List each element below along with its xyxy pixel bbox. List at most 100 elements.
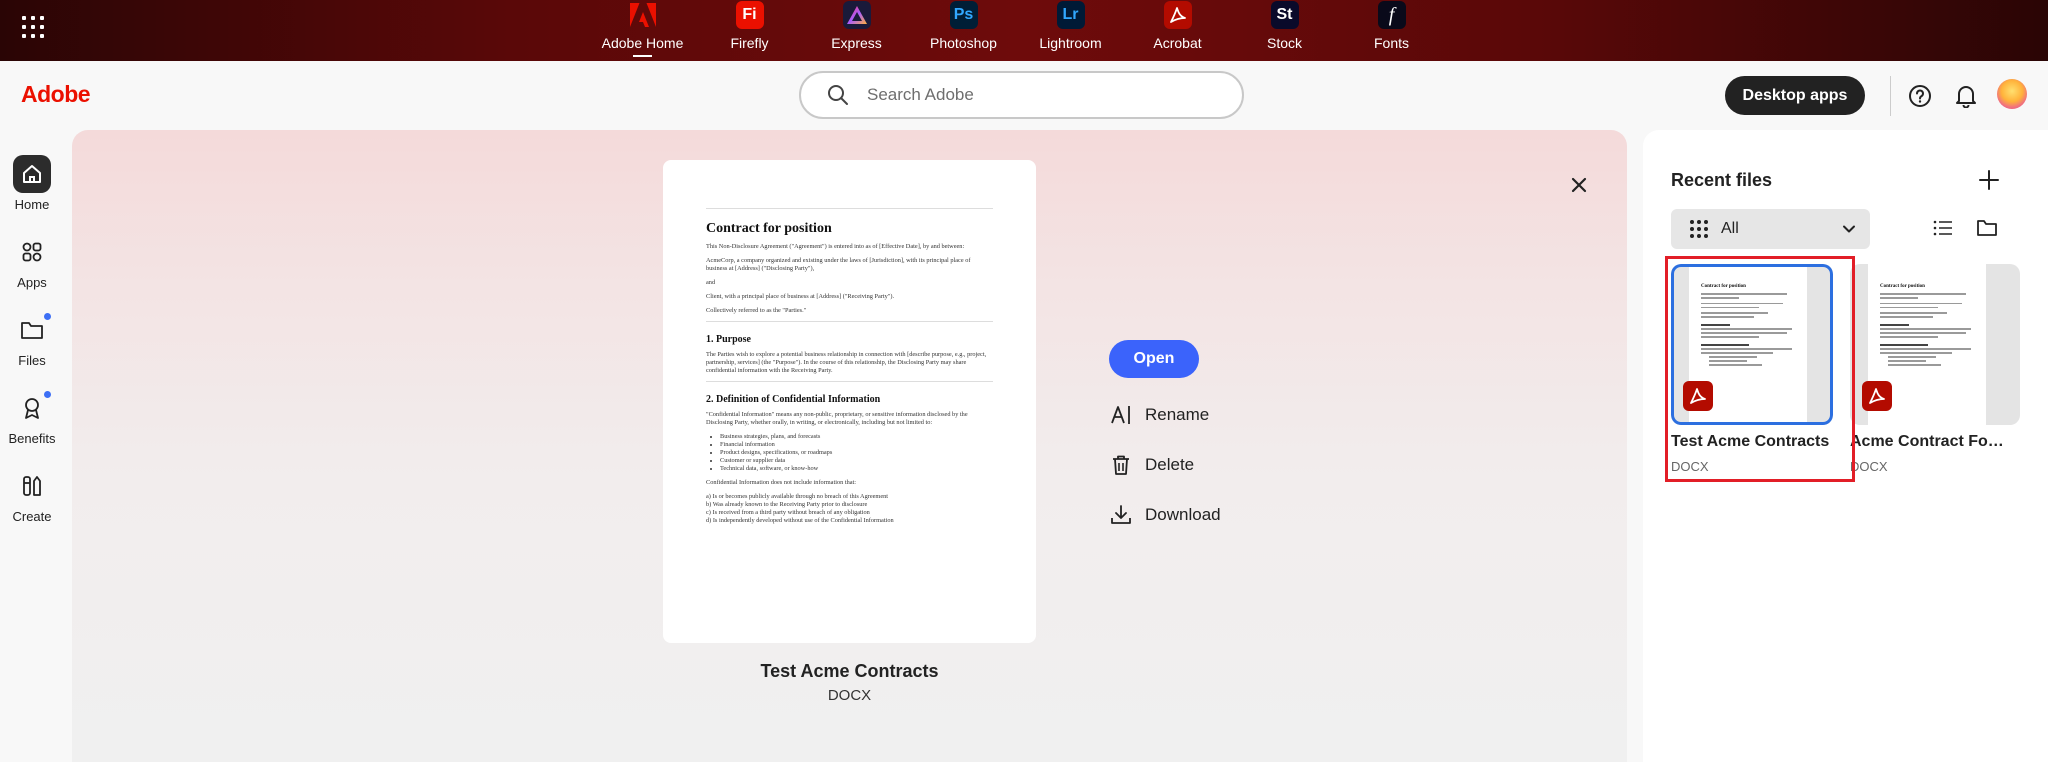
app-tab-label: Lightroom (1039, 35, 1102, 51)
list-item: a) Is or becomes publicly available thro… (706, 493, 889, 500)
list-view-icon[interactable] (1933, 219, 1953, 237)
rename-icon (1111, 406, 1130, 424)
nav-label: Files (18, 353, 46, 368)
document-paragraph: Confidential Information does not includ… (706, 479, 857, 486)
app-tab-lightroom[interactable]: Lr Lightroom (1017, 0, 1124, 61)
create-tools-icon (13, 467, 51, 505)
folder-view-icon[interactable] (1976, 218, 1998, 238)
document-bullet-list: Business strategies, plans, and forecast… (720, 433, 993, 473)
express-icon (842, 1, 871, 29)
app-tabs: Adobe Home Fi Firefly Express Ps Photosh… (589, 0, 1445, 61)
grid-dots-icon (1690, 220, 1708, 238)
fonts-icon: f (1377, 1, 1406, 29)
app-tab-label: Stock (1266, 35, 1302, 51)
rename-label: Rename (1145, 405, 1210, 424)
download-icon (1111, 505, 1131, 524)
add-icon[interactable] (1977, 168, 2001, 192)
app-switcher-icon[interactable] (22, 16, 44, 38)
document-rule (706, 208, 993, 209)
rename-button[interactable]: Rename (1110, 402, 1209, 428)
document-paragraph: AcmeCorp, a company organized and existi… (706, 257, 971, 272)
nav-item-home[interactable]: Home (0, 155, 64, 225)
list-item: Product designs, specifications, or road… (720, 449, 993, 457)
document-paragraph: Collectively referred to as the "Parties… (706, 307, 807, 314)
document-paragraph: and (706, 279, 716, 286)
open-button[interactable]: Open (1109, 340, 1199, 378)
document-paragraph: a) Is or becomes publicly available thro… (706, 493, 993, 525)
app-tab-photoshop[interactable]: Ps Photoshop (910, 0, 1017, 61)
app-tab-acrobat[interactable]: Acrobat (1124, 0, 1231, 61)
chevron-down-icon (1843, 225, 1855, 233)
document-rule (706, 321, 993, 322)
delete-button[interactable]: Delete (1110, 452, 1194, 478)
app-tab-adobe-home[interactable]: Adobe Home (589, 0, 696, 61)
app-bar: Adobe Home Fi Firefly Express Ps Photosh… (0, 0, 2048, 61)
preview-file-type: DOCX (827, 687, 872, 704)
file-filter-dropdown[interactable]: All (1671, 209, 1870, 249)
apps-grid-icon (13, 233, 51, 271)
help-icon[interactable] (1908, 84, 1932, 108)
document-paragraph: Client, with a principal place of busine… (706, 293, 895, 300)
header: Adobe Desktop apps (0, 61, 2048, 129)
document-preview[interactable]: Contract for position This Non-Disclosur… (663, 160, 1036, 643)
folder-icon (13, 311, 51, 349)
nav-label: Benefits (8, 431, 56, 446)
app-tab-stock[interactable]: St Stock (1231, 0, 1338, 61)
document-heading: 2. Definition of Confidential Informatio… (706, 394, 881, 405)
document-paragraph: "Confidential Information" means any non… (706, 411, 968, 426)
home-icon (13, 155, 51, 193)
document-paragraph: The Parties wish to explore a potential … (706, 351, 987, 374)
file-type: DOCX (1850, 459, 1888, 474)
recent-file-card[interactable]: Contract for position Test Acme Contract… (1671, 264, 1841, 474)
app-tab-fonts[interactable]: f Fonts (1338, 0, 1445, 61)
app-tab-label: Acrobat (1153, 35, 1202, 51)
nav-item-create[interactable]: Create (0, 467, 64, 537)
recent-file-card[interactable]: Contract for position Acme Contract For … (1850, 264, 2020, 474)
file-thumbnail: Contract for position (1671, 264, 1833, 425)
app-tab-label: Adobe Home (601, 35, 684, 51)
file-name: Acme Contract For ... (1850, 433, 2010, 450)
list-item: c) Is received from a third party withou… (706, 509, 870, 516)
notifications-bell-icon[interactable] (1955, 84, 1977, 108)
close-icon[interactable] (1564, 170, 1594, 200)
file-thumbnail: Contract for position (1850, 264, 2020, 425)
header-divider (1890, 76, 1891, 116)
thumbnail-title: Contract for position (1880, 284, 1925, 289)
lightroom-icon: Lr (1056, 1, 1085, 29)
app-tab-label: Fonts (1373, 35, 1409, 51)
adobe-home-icon (629, 1, 657, 29)
preview-file-name: Test Acme Contracts (760, 661, 939, 681)
document-paragraph: This Non-Disclosure Agreement ("Agreemen… (706, 243, 965, 250)
file-name: Test Acme Contracts (1671, 433, 1830, 450)
nav-item-apps[interactable]: Apps (0, 233, 64, 303)
nav-label: Apps (17, 275, 47, 290)
nav-item-benefits[interactable]: Benefits (0, 389, 64, 459)
notification-dot (44, 313, 51, 320)
selection-ring (1671, 264, 1833, 425)
stock-icon: St (1270, 1, 1299, 29)
recent-files-panel: Recent files All Contract for position T… (1643, 130, 2048, 762)
download-button[interactable]: Download (1110, 502, 1221, 528)
app-tab-express[interactable]: Express (803, 0, 910, 61)
list-item: b) Was already known to the Receiving Pa… (706, 501, 868, 508)
acrobat-icon (1163, 1, 1192, 29)
nav-label: Home (14, 197, 50, 212)
app-tab-firefly[interactable]: Fi Firefly (696, 0, 803, 61)
list-item: Financial information (720, 441, 993, 449)
list-item: Technical data, software, or know-how (720, 465, 993, 473)
download-label: Download (1145, 505, 1221, 524)
nav-item-files[interactable]: Files (0, 311, 64, 381)
list-item: Business strategies, plans, and forecast… (720, 433, 993, 441)
nav-label: Create (12, 509, 52, 524)
user-avatar[interactable] (1997, 79, 2027, 109)
desktop-apps-button[interactable]: Desktop apps (1725, 76, 1865, 115)
search-input[interactable] (867, 85, 1187, 105)
adobe-logo[interactable]: Adobe (21, 81, 91, 108)
search-box[interactable] (799, 71, 1244, 119)
award-ribbon-icon (13, 389, 51, 427)
filter-value: All (1721, 220, 1739, 237)
trash-icon (1113, 455, 1129, 475)
notification-dot (44, 391, 51, 398)
app-tab-label: Firefly (730, 35, 769, 51)
app-tab-label: Express (831, 35, 882, 51)
